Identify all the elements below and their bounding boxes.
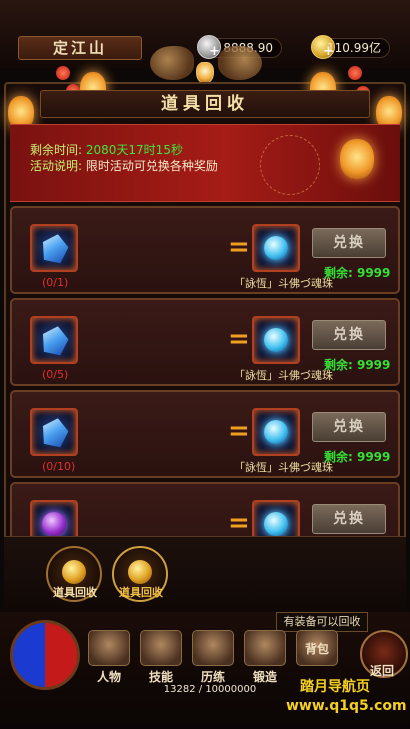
- soul-orb-icon: [264, 512, 288, 536]
- blue-crystal-icon: [39, 232, 70, 265]
- tab-item-recycle-label: 道具回收: [53, 586, 97, 599]
- watermark-url: www.q1q5.com: [286, 698, 407, 714]
- panel-title: 道具回收: [161, 94, 249, 114]
- remaining-time-row: 剩余时间: 2080天17时15秒: [30, 141, 183, 158]
- reward-item-slot[interactable]: [252, 224, 300, 272]
- center-gem-icon: [196, 62, 214, 84]
- equals-icon: =: [228, 416, 250, 446]
- event-info-banner: 剩余时间: 2080天17时15秒 活动说明: 限时活动可兑换各种奖励: [10, 124, 400, 202]
- required-count: (0/5): [42, 368, 69, 381]
- equals-icon: =: [228, 324, 250, 354]
- recycle-hint-tooltip: 有装备可以回收: [276, 612, 368, 632]
- watermark-title: 踏月导航页: [300, 679, 370, 695]
- recycle-item: = 兑换: [10, 482, 400, 536]
- exchange-button[interactable]: 兑换: [312, 320, 386, 350]
- top-bar: 定江山 + 8888.90 + 110.99亿: [0, 0, 410, 80]
- remaining-time-label: 剩余时间:: [30, 143, 83, 157]
- dragon-left-ornament-icon: [150, 46, 194, 80]
- nav-skills-button[interactable]: [140, 630, 182, 666]
- nav-training-button[interactable]: [192, 630, 234, 666]
- soul-orb-icon: [264, 328, 288, 352]
- required-item-slot[interactable]: [30, 224, 78, 272]
- nav-forge-button[interactable]: [244, 630, 286, 666]
- equals-icon: =: [228, 232, 250, 262]
- nav-character-button[interactable]: [88, 630, 130, 666]
- required-count: (0/1): [42, 276, 69, 289]
- gold-value: 110.99亿: [327, 41, 381, 55]
- coin-stack-icon: [128, 560, 152, 584]
- tab-item-recycle-active-label: 道具回收: [119, 586, 163, 599]
- nav-character-label: 人物: [96, 670, 121, 684]
- blue-crystal-icon: [39, 324, 70, 357]
- blossom-icon: [348, 66, 362, 80]
- recycle-item: (0/1) = 「詠恆」斗佛づ魂珠 兑换 剩余: 9999: [10, 206, 400, 294]
- required-count: (0/10): [42, 460, 76, 473]
- reward-name: 「詠恆」斗佛づ魂珠: [234, 277, 333, 290]
- reward-item-slot[interactable]: [252, 316, 300, 364]
- back-label: 返回: [370, 664, 395, 678]
- blossom-icon: [56, 66, 70, 80]
- event-desc-row: 活动说明: 限时活动可兑换各种奖励: [30, 157, 218, 174]
- reward-item-slot[interactable]: [252, 408, 300, 456]
- remaining-count: 剩余: 9999: [324, 450, 391, 464]
- exchange-button[interactable]: 兑换: [312, 504, 386, 534]
- nav-skills-label: 技能: [148, 670, 173, 684]
- banner-lantern-icon: [340, 139, 374, 179]
- recycle-list[interactable]: (0/1) = 「詠恆」斗佛づ魂珠 兑换 剩余: 9999 (0/5) = 「詠…: [10, 206, 400, 536]
- equals-icon: =: [228, 508, 250, 536]
- required-item-slot[interactable]: [30, 408, 78, 456]
- coin-stack-icon: [62, 560, 86, 584]
- required-item-slot[interactable]: [30, 316, 78, 364]
- soul-orb-icon: [264, 236, 288, 260]
- required-item-slot[interactable]: [30, 500, 78, 536]
- remaining-count: 剩余: 9999: [324, 266, 391, 280]
- recycle-item: (0/10) = 「詠恆」斗佛づ魂珠 兑换 剩余: 9999: [10, 390, 400, 478]
- reward-name: 「詠恆」斗佛づ魂珠: [234, 461, 333, 474]
- remaining-count: 剩余: 9999: [324, 358, 391, 372]
- server-title-plate: 定江山: [18, 36, 142, 60]
- event-desc-label: 活动说明:: [30, 159, 83, 173]
- purple-orb-icon: [42, 512, 66, 536]
- reward-name: 「詠恆」斗佛づ魂珠: [234, 369, 333, 382]
- experience-readout: 13282 / 10000000: [163, 684, 257, 695]
- dragon-right-ornament-icon: [218, 46, 262, 80]
- exchange-button[interactable]: 兑换: [312, 412, 386, 442]
- panel-header: 道具回收: [40, 90, 370, 118]
- event-desc-value: 限时活动可兑换各种奖励: [85, 159, 218, 173]
- nav-training-label: 历练: [200, 670, 225, 684]
- firework-decoration: [260, 135, 320, 195]
- server-title: 定江山: [52, 39, 107, 57]
- exchange-button[interactable]: 兑换: [312, 228, 386, 258]
- nav-bag-label: 背包: [304, 642, 329, 656]
- gold-currency: + 110.99亿: [311, 35, 390, 59]
- nav-forge-label: 锻造: [252, 670, 277, 684]
- soul-orb-icon: [264, 420, 288, 444]
- remaining-time-value: 2080天17时15秒: [85, 143, 183, 157]
- recycle-item: (0/5) = 「詠恆」斗佛づ魂珠 兑换 剩余: 9999: [10, 298, 400, 386]
- blue-crystal-icon: [39, 416, 70, 449]
- yin-yang-icon[interactable]: [10, 620, 80, 690]
- reward-item-slot[interactable]: [252, 500, 300, 536]
